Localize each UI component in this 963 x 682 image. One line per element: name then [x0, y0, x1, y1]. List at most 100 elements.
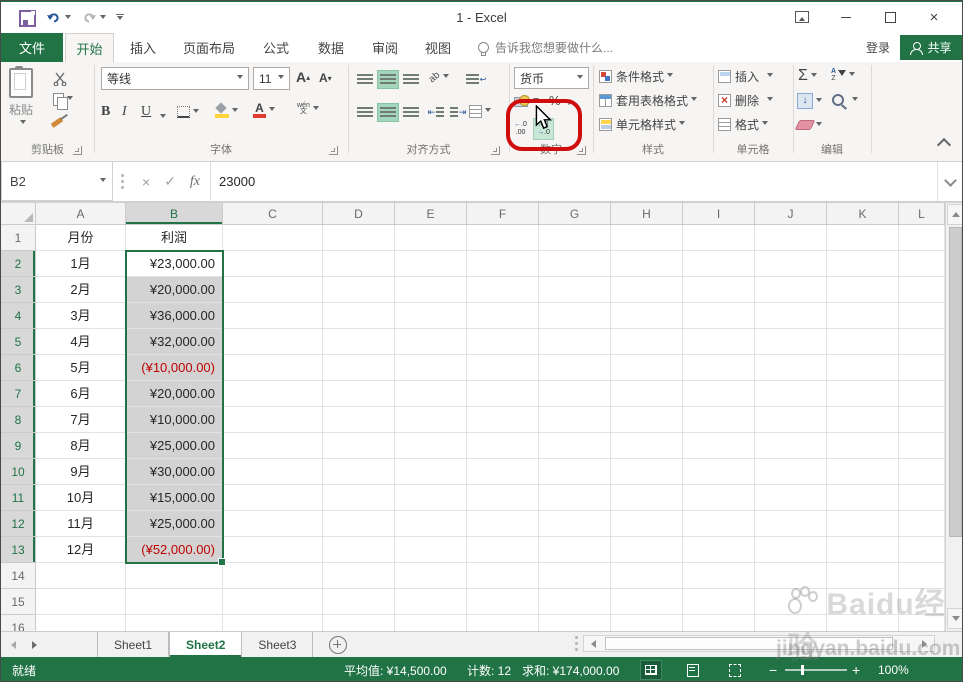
cell-G5[interactable]: [539, 329, 611, 355]
cell-J11[interactable]: [755, 485, 827, 511]
cell-L4[interactable]: [899, 303, 945, 329]
expand-formula-bar-button[interactable]: [937, 162, 962, 201]
cell-F8[interactable]: [467, 407, 539, 433]
column-header-E[interactable]: E: [395, 203, 467, 225]
cell-L8[interactable]: [899, 407, 945, 433]
cell-K15[interactable]: [827, 589, 899, 615]
cell-styles-button[interactable]: 单元格样式: [599, 116, 686, 133]
grow-font-button[interactable]: A ▴: [296, 69, 310, 85]
cell-K9[interactable]: [827, 433, 899, 459]
cell-L3[interactable]: [899, 277, 945, 303]
cell-L14[interactable]: [899, 563, 945, 589]
cell-J7[interactable]: [755, 381, 827, 407]
zoom-slider-thumb[interactable]: [801, 665, 804, 675]
cell-G8[interactable]: [539, 407, 611, 433]
cell-J3[interactable]: [755, 277, 827, 303]
cell-A4[interactable]: 3月: [36, 303, 126, 329]
cell-A5[interactable]: 4月: [36, 329, 126, 355]
cell-H6[interactable]: [611, 355, 683, 381]
cell-L12[interactable]: [899, 511, 945, 537]
cell-E8[interactable]: [395, 407, 467, 433]
row-header-10[interactable]: 10: [1, 459, 36, 485]
sheet-tab-sheet1[interactable]: Sheet1: [97, 632, 170, 657]
cell-A12[interactable]: 11月: [36, 511, 126, 537]
cell-K14[interactable]: [827, 563, 899, 589]
row-header-15[interactable]: 15: [1, 589, 36, 615]
customize-qat-icon[interactable]: [116, 13, 124, 23]
column-header-G[interactable]: G: [539, 203, 611, 225]
vertical-scrollbar-thumb[interactable]: [949, 227, 962, 537]
cell-I13[interactable]: [683, 537, 755, 563]
cell-C9[interactable]: [223, 433, 323, 459]
cell-E1[interactable]: [395, 225, 467, 251]
tab-review[interactable]: 审阅: [359, 33, 411, 62]
cell-J8[interactable]: [755, 407, 827, 433]
tab-page-layout[interactable]: 页面布局: [171, 33, 247, 62]
cell-F6[interactable]: [467, 355, 539, 381]
page-break-view-button[interactable]: [724, 660, 746, 680]
normal-view-button[interactable]: [640, 660, 662, 680]
format-painter-button[interactable]: [50, 117, 64, 128]
zoom-in-button[interactable]: +: [852, 657, 860, 681]
cell-H7[interactable]: [611, 381, 683, 407]
number-format-combo[interactable]: 货币: [514, 67, 589, 89]
cell-D12[interactable]: [323, 511, 395, 537]
cell-K5[interactable]: [827, 329, 899, 355]
cell-I9[interactable]: [683, 433, 755, 459]
cell-C14[interactable]: [223, 563, 323, 589]
cell-H2[interactable]: [611, 251, 683, 277]
cell-A10[interactable]: 9月: [36, 459, 126, 485]
cell-D2[interactable]: [323, 251, 395, 277]
cell-B4[interactable]: ¥36,000.00: [126, 303, 223, 329]
cell-B15[interactable]: [126, 589, 223, 615]
row-header-9[interactable]: 9: [1, 433, 36, 459]
cell-C5[interactable]: [223, 329, 323, 355]
cell-C7[interactable]: [223, 381, 323, 407]
scroll-up-button[interactable]: [947, 204, 962, 225]
cell-K13[interactable]: [827, 537, 899, 563]
tell-me-box[interactable]: 告诉我您想要做什么...: [478, 33, 613, 62]
orientation-button[interactable]: ab: [427, 70, 450, 85]
cell-D13[interactable]: [323, 537, 395, 563]
cell-D16[interactable]: [323, 615, 395, 631]
cell-J16[interactable]: [755, 615, 827, 631]
cell-H10[interactable]: [611, 459, 683, 485]
cell-D15[interactable]: [323, 589, 395, 615]
cell-D1[interactable]: [323, 225, 395, 251]
cell-F11[interactable]: [467, 485, 539, 511]
cell-F10[interactable]: [467, 459, 539, 485]
cell-I16[interactable]: [683, 615, 755, 631]
row-header-14[interactable]: 14: [1, 563, 36, 589]
cell-L10[interactable]: [899, 459, 945, 485]
cell-K12[interactable]: [827, 511, 899, 537]
center-button[interactable]: [377, 103, 399, 122]
cell-G2[interactable]: [539, 251, 611, 277]
cell-F9[interactable]: [467, 433, 539, 459]
cell-G6[interactable]: [539, 355, 611, 381]
cell-I14[interactable]: [683, 563, 755, 589]
insert-cells-button[interactable]: 插入: [718, 68, 774, 85]
cell-G13[interactable]: [539, 537, 611, 563]
cell-C2[interactable]: [223, 251, 323, 277]
cell-L5[interactable]: [899, 329, 945, 355]
cell-B11[interactable]: ¥15,000.00: [126, 485, 223, 511]
tab-formulas[interactable]: 公式: [249, 33, 303, 62]
row-header-6[interactable]: 6: [1, 355, 36, 381]
column-header-L[interactable]: L: [899, 203, 945, 225]
cell-J2[interactable]: [755, 251, 827, 277]
cell-E5[interactable]: [395, 329, 467, 355]
cell-K8[interactable]: [827, 407, 899, 433]
sort-filter-button[interactable]: AZ: [831, 68, 856, 82]
cell-B14[interactable]: [126, 563, 223, 589]
cell-C3[interactable]: [223, 277, 323, 303]
autosum-button[interactable]: Σ: [798, 67, 817, 85]
cell-B8[interactable]: ¥10,000.00: [126, 407, 223, 433]
cell-A9[interactable]: 8月: [36, 433, 126, 459]
number-dialog-launcher[interactable]: [577, 146, 586, 155]
cell-J10[interactable]: [755, 459, 827, 485]
cell-J14[interactable]: [755, 563, 827, 589]
cell-H12[interactable]: [611, 511, 683, 537]
cell-A15[interactable]: [36, 589, 126, 615]
cell-E15[interactable]: [395, 589, 467, 615]
cell-H4[interactable]: [611, 303, 683, 329]
